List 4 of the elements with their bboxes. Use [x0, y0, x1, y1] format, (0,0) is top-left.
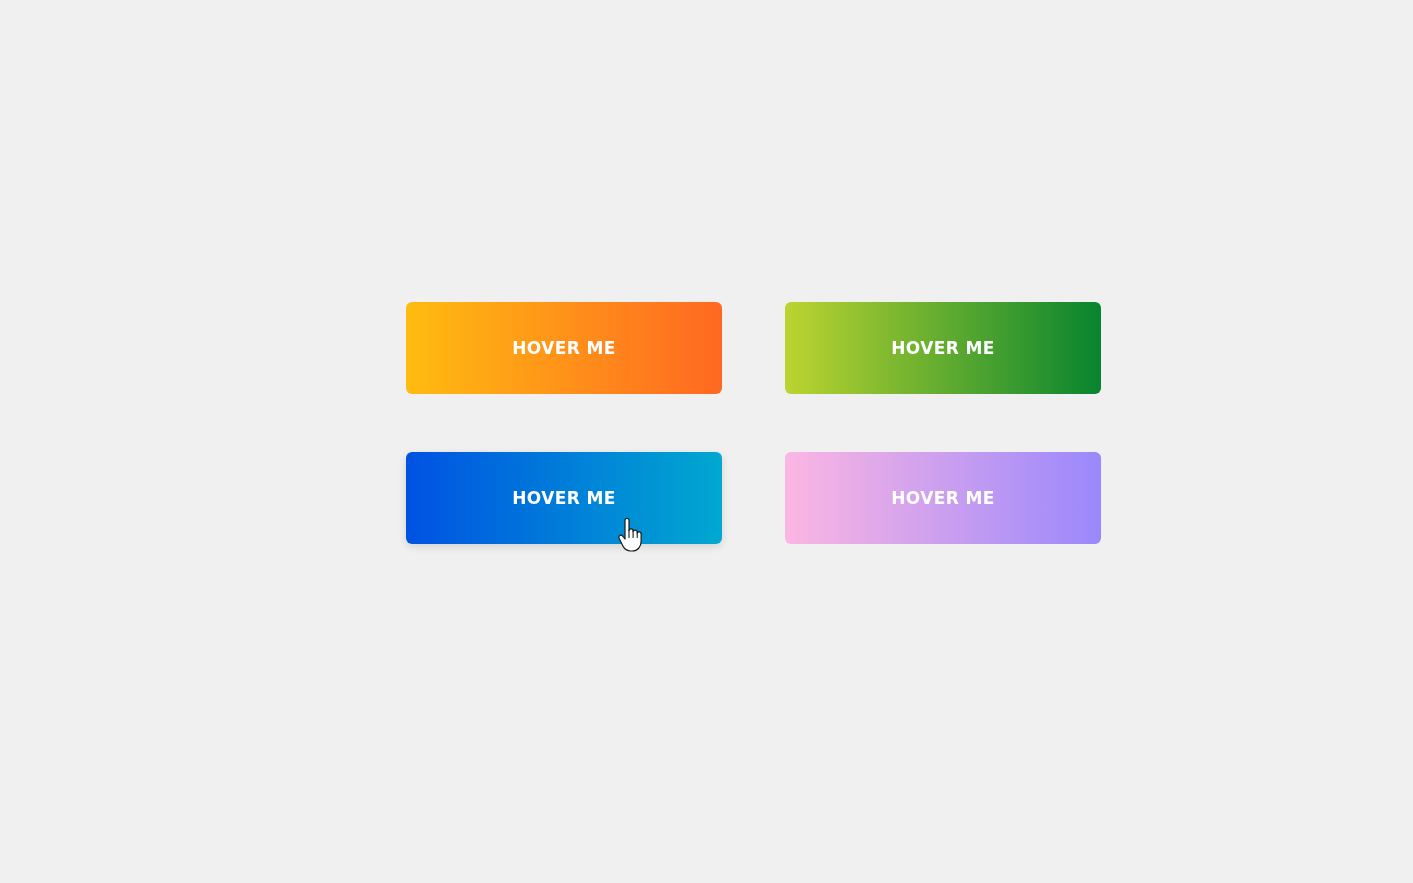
hover-me-button[interactable]: HOVER ME — [785, 452, 1101, 544]
hover-me-button[interactable]: HOVER ME — [785, 302, 1101, 394]
hover-me-button[interactable]: HOVER ME — [406, 452, 722, 544]
hover-me-button[interactable]: HOVER ME — [406, 302, 722, 394]
